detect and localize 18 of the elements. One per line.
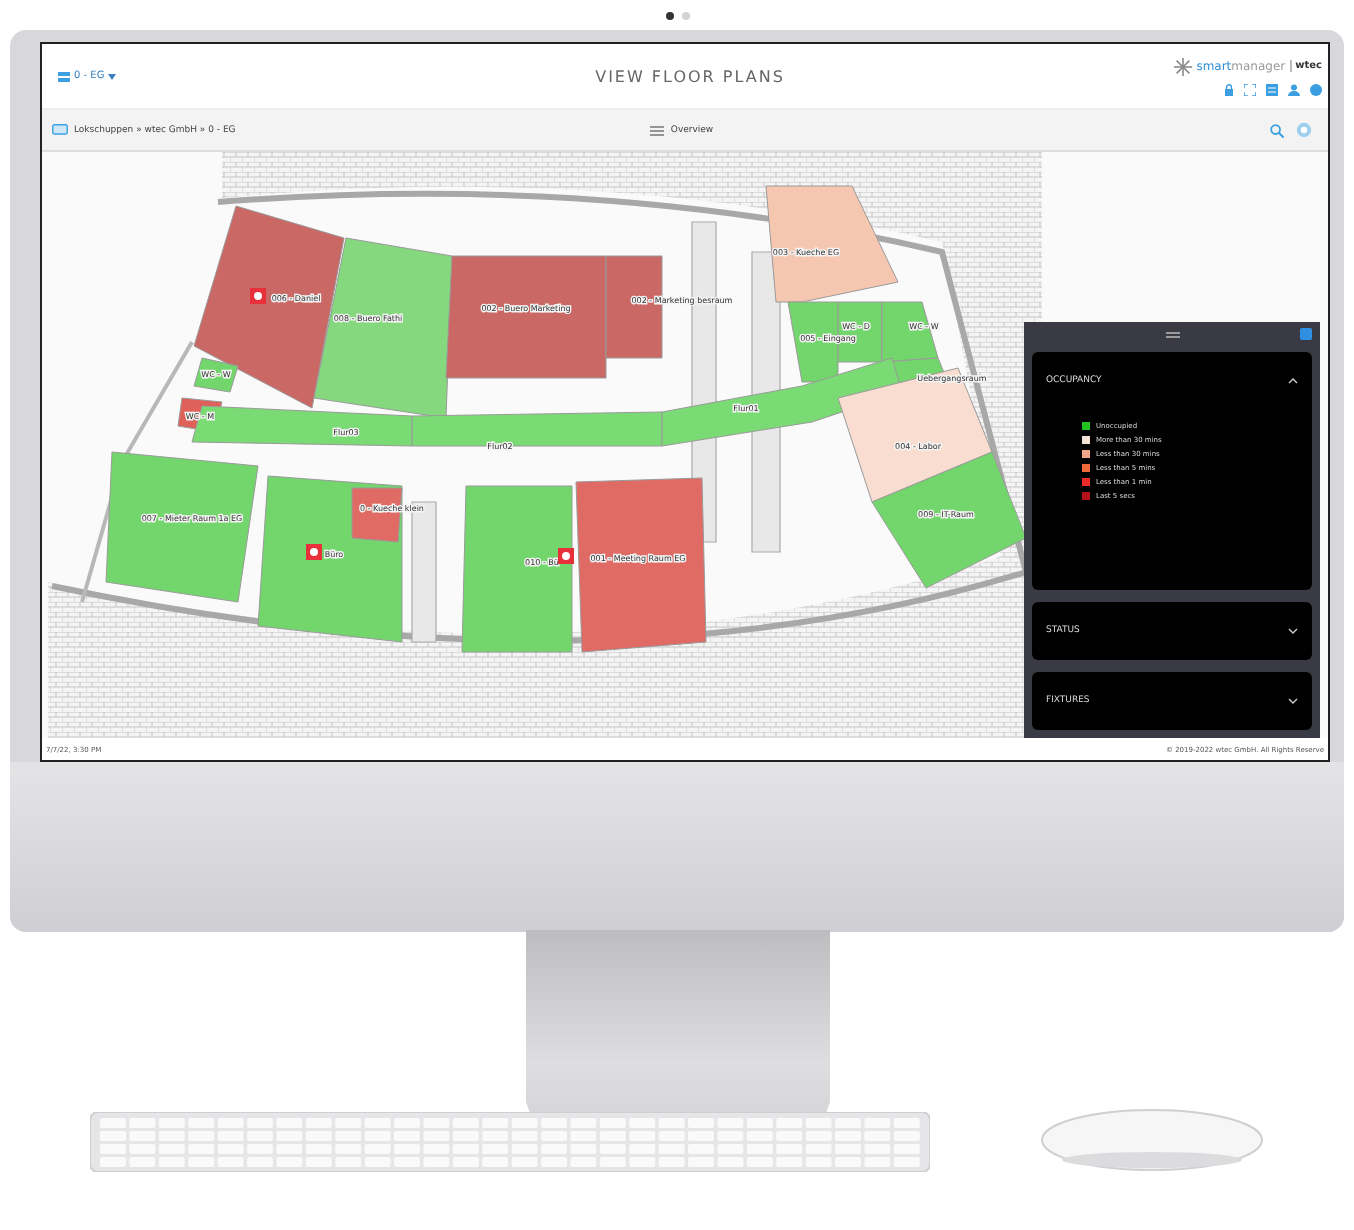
lock-icon[interactable] (1224, 83, 1234, 95)
page-title: VIEW FLOOR PLANS (595, 67, 785, 85)
drag-handle-icon[interactable] (1165, 331, 1179, 337)
list-icon[interactable] (1266, 83, 1278, 95)
monitor-icon (52, 124, 68, 136)
chevron-up-icon (1288, 378, 1298, 384)
user-icon[interactable] (1288, 83, 1300, 95)
sunburst-logo-icon (1174, 57, 1193, 75)
chevron-down-icon (1288, 698, 1298, 704)
search-icon[interactable] (1270, 123, 1284, 137)
expand-icon[interactable] (1244, 83, 1256, 95)
carousel-dot[interactable] (665, 11, 673, 19)
layers-icon (58, 71, 70, 81)
chevron-down-icon (1288, 628, 1298, 634)
carousel-dot[interactable] (681, 11, 689, 19)
list-icon (650, 125, 665, 135)
settings-icon[interactable] (1296, 122, 1312, 138)
caret-icon (108, 73, 117, 79)
